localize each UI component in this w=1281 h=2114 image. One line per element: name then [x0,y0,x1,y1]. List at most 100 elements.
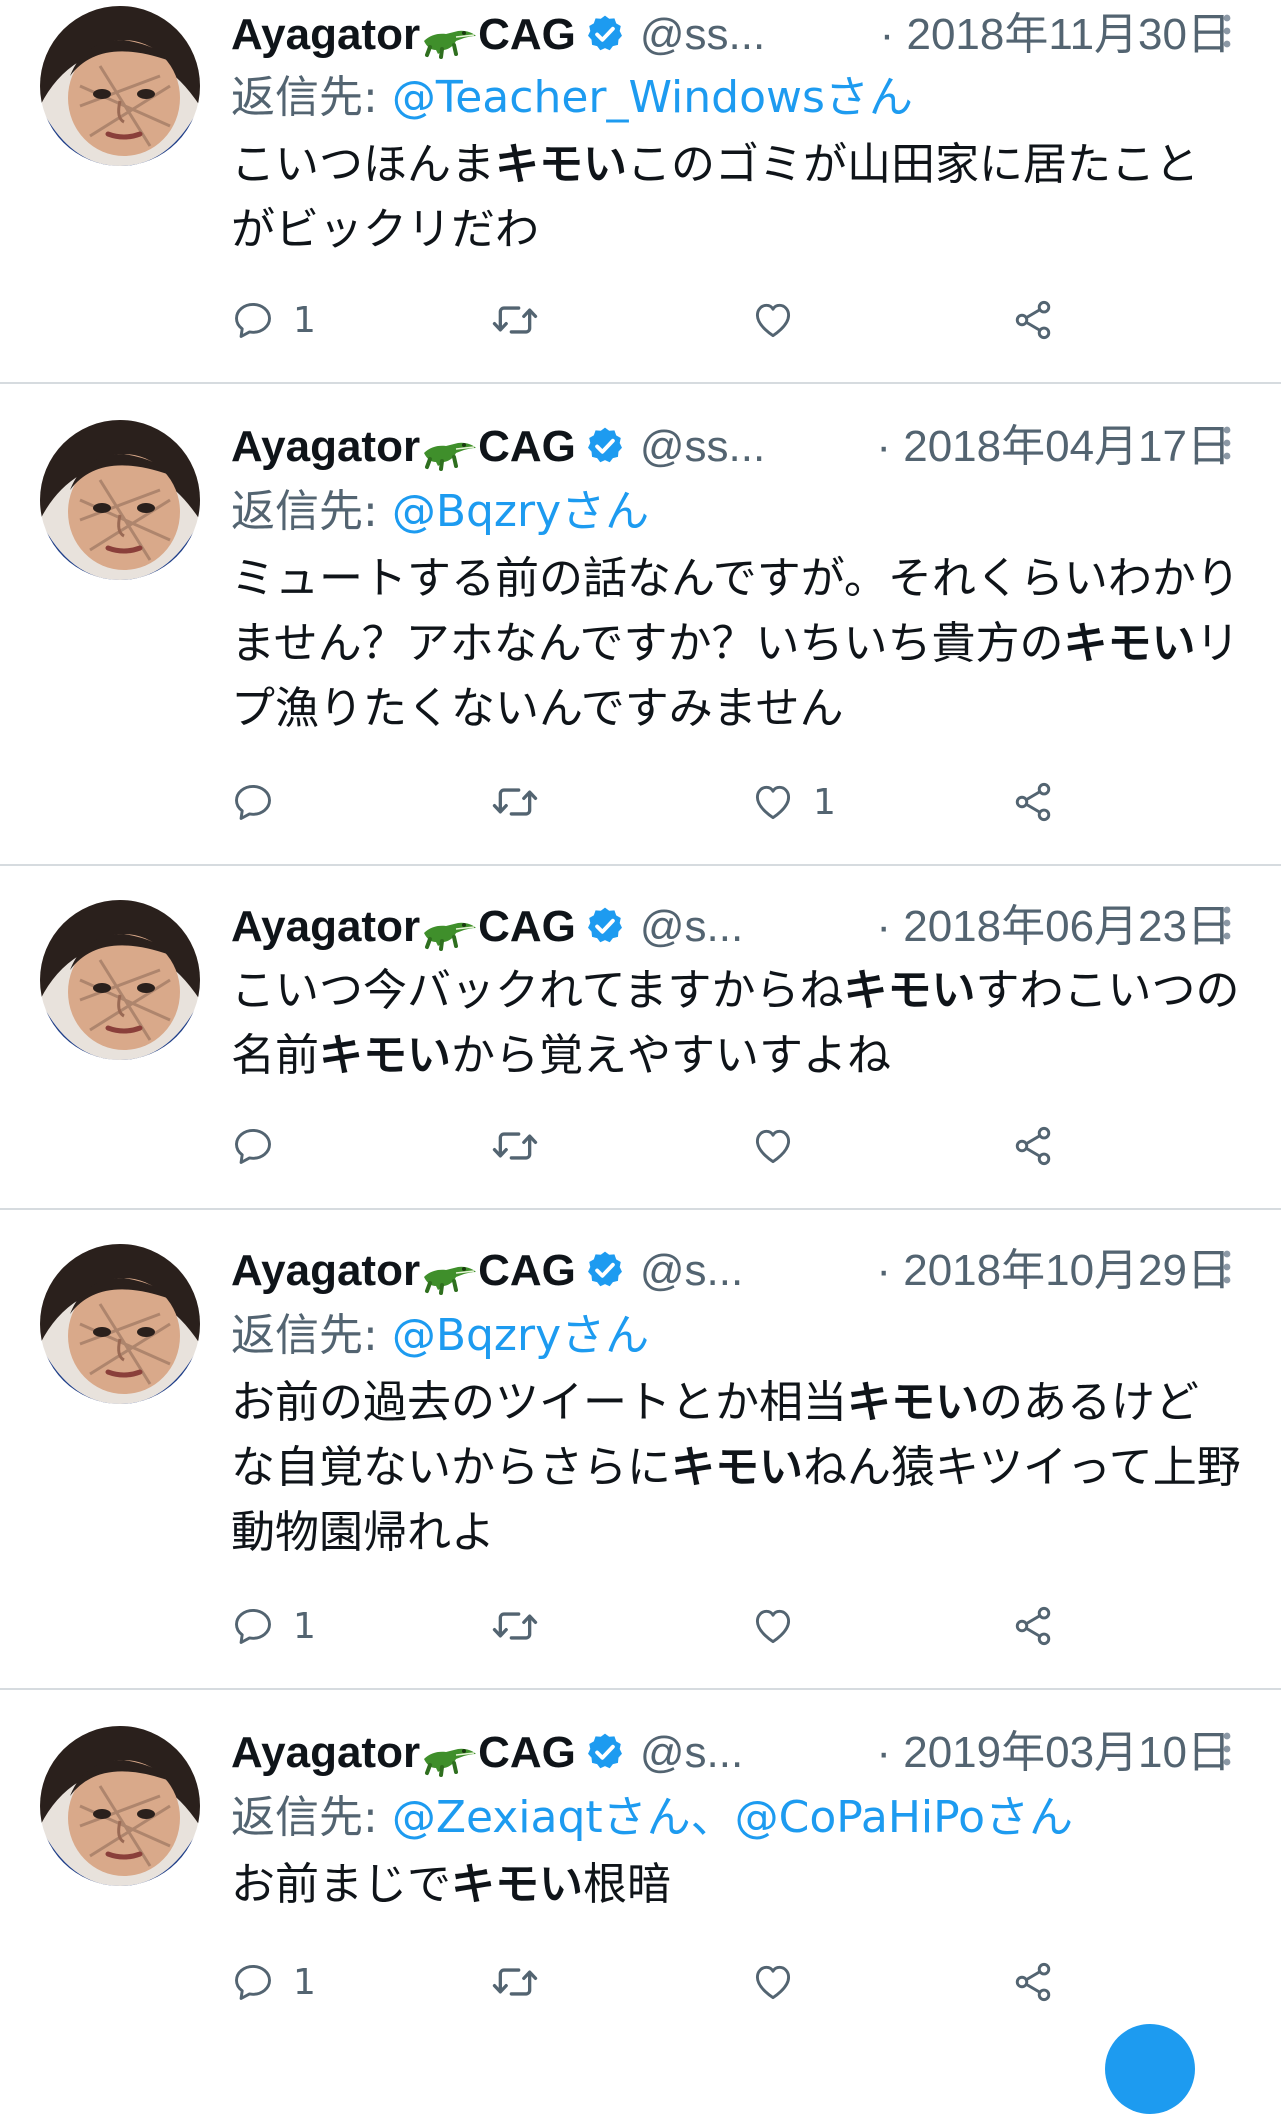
like-button[interactable] [751,1116,813,1176]
share-button[interactable] [1011,1116,1055,1176]
tweet-header: Ayagator CAG @s... · 2018年10月29日 [231,1244,1231,1298]
reply-button[interactable] [231,1116,293,1176]
tweet-header: Ayagator CAG @s... · 2018年06月23日 [231,900,1231,954]
reply-count: 1 [293,1961,316,2003]
user-handle[interactable]: @s... [640,1728,743,1777]
share-button[interactable] [1011,290,1055,350]
reply-icon [231,780,275,824]
reply-count: 1 [293,1605,316,1647]
avatar[interactable] [40,1726,200,1886]
more-vertical-icon[interactable] [1221,424,1233,464]
retweet-button[interactable] [491,290,539,350]
tweet-header: Ayagator CAG @ss... · 2018年04月17日 [231,420,1231,474]
tweet-header: Ayagator CAG @ss... · 2018年11月30日 [231,8,1231,62]
retweet-button[interactable] [491,772,539,832]
avatar[interactable] [40,420,200,580]
tweet[interactable]: Ayagator CAG @ss... · 2018年04月17日 返信先: @Bq… [0,384,1281,866]
retweet-button[interactable] [491,1116,539,1176]
tweet-date[interactable]: · 2018年10月29日 [876,1244,1231,1298]
like-button[interactable] [751,290,813,350]
reply-button[interactable] [231,772,293,832]
display-name-suffix[interactable]: CAG [478,10,576,59]
tweet[interactable]: Ayagator CAG @s... · 2018年10月29日 返信先: @Bqz… [0,1210,1281,1690]
crocodile-emoji-icon [420,1736,478,1777]
tweet-text: お前の過去のツイートとか相当キモいのあるけどな自覚ないからさらにキモいねん猿キツ… [231,1377,1241,1558]
reply-button[interactable]: 1 [231,1952,316,2012]
share-button[interactable] [1011,1596,1055,1656]
tweet-date[interactable]: · 2019年03月10日 [876,1726,1231,1780]
heart-icon [751,780,795,824]
tweet-date[interactable]: · 2018年11月30日 [880,8,1231,62]
tweet-text: こいつ今バックれてますからねキモいすわこいつの名前キモいから覚えやすいすよね [231,965,1240,1081]
reply-button[interactable]: 1 [231,290,316,350]
user-handle[interactable]: @s... [640,902,743,951]
action-bar: 1 [231,772,1081,832]
reply-icon [231,1960,275,2004]
action-bar: 1 [231,290,1081,350]
more-vertical-icon[interactable] [1221,1248,1233,1288]
like-button[interactable] [751,1952,813,2012]
tweet[interactable]: Ayagator CAG @ss... · 2018年11月30日 返信先: @Te… [0,0,1281,384]
compose-button[interactable] [1105,2024,1195,2114]
action-bar: 1 [231,1952,1081,2012]
share-icon [1011,1960,1055,2004]
like-button[interactable]: 1 [751,772,836,832]
display-name-suffix[interactable]: CAG [478,1728,576,1777]
avatar[interactable] [40,1244,200,1404]
retweet-icon [491,780,539,824]
like-count: 1 [813,781,836,823]
reply-mention-link[interactable]: @Teacher_Windowsさん [392,72,913,123]
share-icon [1011,1604,1055,1648]
share-icon [1011,1124,1055,1168]
user-handle[interactable]: @ss... [640,10,765,59]
display-name-suffix[interactable]: CAG [478,902,576,951]
reply-button[interactable]: 1 [231,1596,316,1656]
reply-count: 1 [293,299,316,341]
display-name[interactable]: Ayagator [231,422,420,471]
avatar[interactable] [40,900,200,1060]
reply-prefix: 返信先: [231,72,392,123]
retweet-icon [491,1960,539,2004]
tweet[interactable]: Ayagator CAG @s... · 2019年03月10日 返信先: @Zex… [0,1690,1281,2048]
share-button[interactable] [1011,772,1055,832]
user-handle[interactable]: @ss... [640,422,765,471]
reply-icon [231,1604,275,1648]
reply-prefix: 返信先: [231,1310,392,1361]
tweet-text: お前まじでキモい根暗 [231,1859,671,1910]
crocodile-emoji-icon [420,430,478,471]
like-button[interactable] [751,1596,813,1656]
display-name[interactable]: Ayagator [231,1728,420,1777]
retweet-button[interactable] [491,1596,539,1656]
share-icon [1011,780,1055,824]
retweet-button[interactable] [491,1952,539,2012]
display-name-suffix[interactable]: CAG [478,1246,576,1295]
display-name[interactable]: Ayagator [231,902,420,951]
reply-prefix: 返信先: [231,486,392,537]
display-name-suffix[interactable]: CAG [478,422,576,471]
share-button[interactable] [1011,1952,1055,2012]
crocodile-emoji-icon [420,1254,478,1295]
display-name[interactable]: Ayagator [231,1246,420,1295]
tweet[interactable]: Ayagator CAG @s... · 2018年06月23日 こいつ今バックれて… [0,866,1281,1210]
more-vertical-icon[interactable] [1221,12,1233,52]
more-vertical-icon[interactable] [1221,904,1233,944]
reply-mention-link[interactable]: @Zexiaqtさん、@CoPaHiPoさん [392,1792,1073,1843]
reply-context: 返信先: @Zexiaqtさん、@CoPaHiPoさん [231,1788,1073,1848]
reply-icon [231,1124,275,1168]
tweet-text: こいつほんまキモいこのゴミが山田家に居たことがビックリだわ [231,139,1199,255]
tweet-date[interactable]: · 2018年04月17日 [876,420,1231,474]
reply-prefix: 返信先: [231,1792,392,1843]
more-vertical-icon[interactable] [1221,1730,1233,1770]
reply-mention-link[interactable]: @Bqzryさん [392,1310,649,1361]
reply-context: 返信先: @Bqzryさん [231,1306,649,1366]
crocodile-emoji-icon [420,910,478,951]
tweet-header: Ayagator CAG @s... · 2019年03月10日 [231,1726,1231,1780]
tweet-date[interactable]: · 2018年06月23日 [876,900,1231,954]
retweet-icon [491,1124,539,1168]
user-handle[interactable]: @s... [640,1246,743,1295]
display-name[interactable]: Ayagator [231,10,420,59]
reply-context: 返信先: @Teacher_Windowsさん [231,68,913,128]
reply-mention-link[interactable]: @Bqzryさん [392,486,649,537]
avatar[interactable] [40,6,200,166]
retweet-icon [491,298,539,342]
